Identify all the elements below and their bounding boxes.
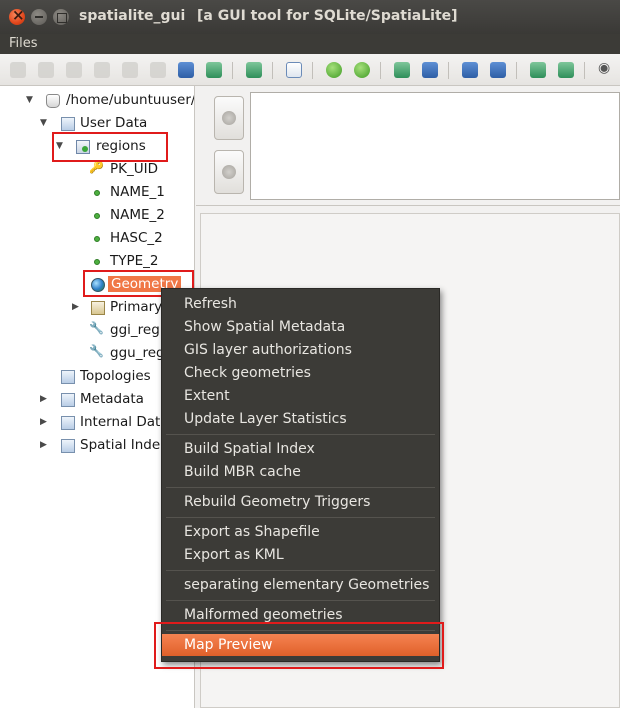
- primary-key-icon: [89, 160, 106, 177]
- disconnect-icon[interactable]: [38, 62, 54, 78]
- index-icon: [91, 301, 105, 315]
- sql-execute-button[interactable]: [214, 96, 244, 140]
- menu-item-extent[interactable]: Extent: [162, 385, 439, 407]
- virtual-csv-icon[interactable]: [490, 62, 506, 78]
- tree-node-column-name-1[interactable]: NAME_1: [0, 183, 194, 203]
- folder-icon: [61, 117, 75, 131]
- column-icon: [94, 190, 100, 196]
- toolbar: [0, 54, 620, 86]
- column-icon: [94, 213, 100, 219]
- connect-icon[interactable]: [10, 62, 26, 78]
- trigger-wrench-icon: [89, 344, 106, 361]
- menu-item-export-as-kml[interactable]: Export as KML: [162, 544, 439, 566]
- tree-node-column-pk-uid[interactable]: PK_UID: [0, 160, 194, 180]
- menu-separator: [166, 517, 435, 518]
- minimize-window-button[interactable]: [31, 9, 47, 25]
- srid-search-icon[interactable]: [326, 62, 342, 78]
- vacuum-icon[interactable]: [122, 62, 138, 78]
- sql-script-icon[interactable]: [206, 62, 222, 78]
- menu-separator: [166, 487, 435, 488]
- srid-globe-icon[interactable]: [354, 62, 370, 78]
- load-shapefile-icon[interactable]: [246, 62, 262, 78]
- column-icon: [94, 259, 100, 265]
- menu-item-check-geometries[interactable]: Check geometries: [162, 362, 439, 384]
- load-dbf-icon[interactable]: [422, 62, 438, 78]
- column-icon: [94, 236, 100, 242]
- tree-node-user-data[interactable]: ▼ User Data: [0, 114, 194, 134]
- sql-query-input[interactable]: [250, 92, 620, 200]
- folder-icon: [61, 370, 75, 384]
- window-title: spatialite_gui: [79, 8, 186, 24]
- toolbar-separator: [584, 62, 585, 79]
- toolbar-separator: [272, 62, 273, 79]
- menu-item-rebuild-geometry-triggers[interactable]: Rebuild Geometry Triggers: [162, 491, 439, 513]
- menu-bar: Files: [0, 34, 620, 54]
- database-icon: [46, 94, 60, 108]
- folder-icon: [61, 393, 75, 407]
- expand-arrow-icon[interactable]: ▼: [40, 118, 47, 128]
- menu-files[interactable]: Files: [9, 36, 38, 51]
- save-db-icon[interactable]: [150, 62, 166, 78]
- create-db-icon[interactable]: [66, 62, 82, 78]
- close-window-button[interactable]: [9, 6, 25, 25]
- toolbar-separator: [448, 62, 449, 79]
- menu-item-build-spatial-index[interactable]: Build Spatial Index: [162, 438, 439, 460]
- window-subtitle: [a GUI tool for SQLite/SpatiaLite]: [197, 8, 458, 24]
- memory-db-icon[interactable]: [94, 62, 110, 78]
- folder-icon: [61, 439, 75, 453]
- virtual-shp-icon[interactable]: [462, 62, 478, 78]
- sql-panel: [196, 86, 620, 206]
- maximize-window-button[interactable]: [53, 9, 69, 25]
- menu-separator: [166, 570, 435, 571]
- menu-item-refresh[interactable]: Refresh: [162, 293, 439, 315]
- toolbar-separator: [312, 62, 313, 79]
- toolbar-separator: [516, 62, 517, 79]
- sql-history-button[interactable]: [214, 150, 244, 194]
- menu-separator: [166, 600, 435, 601]
- tree-node-column-hasc-2[interactable]: HASC_2: [0, 229, 194, 249]
- exif-icon[interactable]: [558, 62, 574, 78]
- collapse-arrow-icon[interactable]: ▶: [40, 394, 47, 404]
- expand-arrow-icon[interactable]: ▼: [26, 95, 33, 105]
- menu-item-build-mbr-cache[interactable]: Build MBR cache: [162, 461, 439, 483]
- menu-item-export-as-shapefile[interactable]: Export as Shapefile: [162, 521, 439, 543]
- menu-separator: [166, 434, 435, 435]
- tree-node-root[interactable]: ▼ /home/ubuntuuser/: [0, 91, 194, 111]
- network-icon[interactable]: [530, 62, 546, 78]
- tree-node-column-name-2[interactable]: NAME_2: [0, 206, 194, 226]
- trigger-wrench-icon: [89, 321, 106, 338]
- load-txt-icon[interactable]: [394, 62, 410, 78]
- collapse-arrow-icon[interactable]: ▶: [40, 417, 47, 427]
- menu-item-update-layer-statistics[interactable]: Update Layer Statistics: [162, 408, 439, 430]
- view-icon[interactable]: [597, 60, 613, 78]
- collapse-arrow-icon[interactable]: ▶: [72, 302, 79, 312]
- toolbar-separator: [380, 62, 381, 79]
- charset-icon[interactable]: [286, 62, 302, 78]
- collapse-arrow-icon[interactable]: ▶: [40, 440, 47, 450]
- context-menu: Refresh Show Spatial Metadata GIS layer …: [161, 288, 440, 662]
- menu-item-gis-layer-authorizations[interactable]: GIS layer authorizations: [162, 339, 439, 361]
- folder-icon: [61, 416, 75, 430]
- attach-db-icon[interactable]: [178, 62, 194, 78]
- menu-item-separating-elementary-geometries[interactable]: separating elementary Geometries: [162, 574, 439, 596]
- annotation-box-map-preview: [154, 622, 444, 669]
- menu-item-show-spatial-metadata[interactable]: Show Spatial Metadata: [162, 316, 439, 338]
- toolbar-separator: [232, 62, 233, 79]
- tree-node-column-type-2[interactable]: TYPE_2: [0, 252, 194, 272]
- annotation-box-regions: [52, 132, 168, 162]
- title-bar: spatialite_gui [a GUI tool for SQLite/Sp…: [0, 0, 620, 34]
